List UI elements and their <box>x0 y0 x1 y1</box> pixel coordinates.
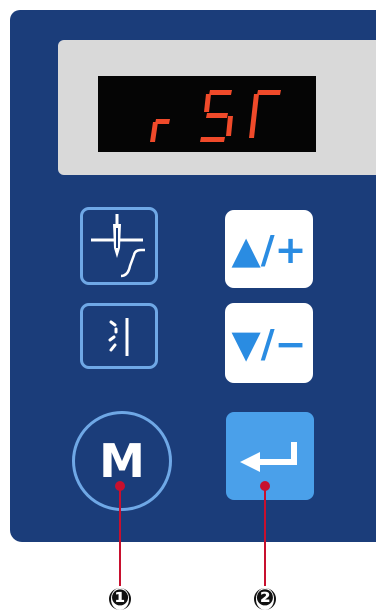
callout-marker-1: ❶ <box>109 588 131 610</box>
callout-dot-2 <box>260 481 270 491</box>
callout-overlay <box>115 481 270 586</box>
callout-marker-2: ❷ <box>254 588 276 610</box>
callout-number-1: ❶ <box>110 586 130 611</box>
callout-dot-1 <box>115 481 125 491</box>
callout-number-2: ❷ <box>255 586 275 611</box>
